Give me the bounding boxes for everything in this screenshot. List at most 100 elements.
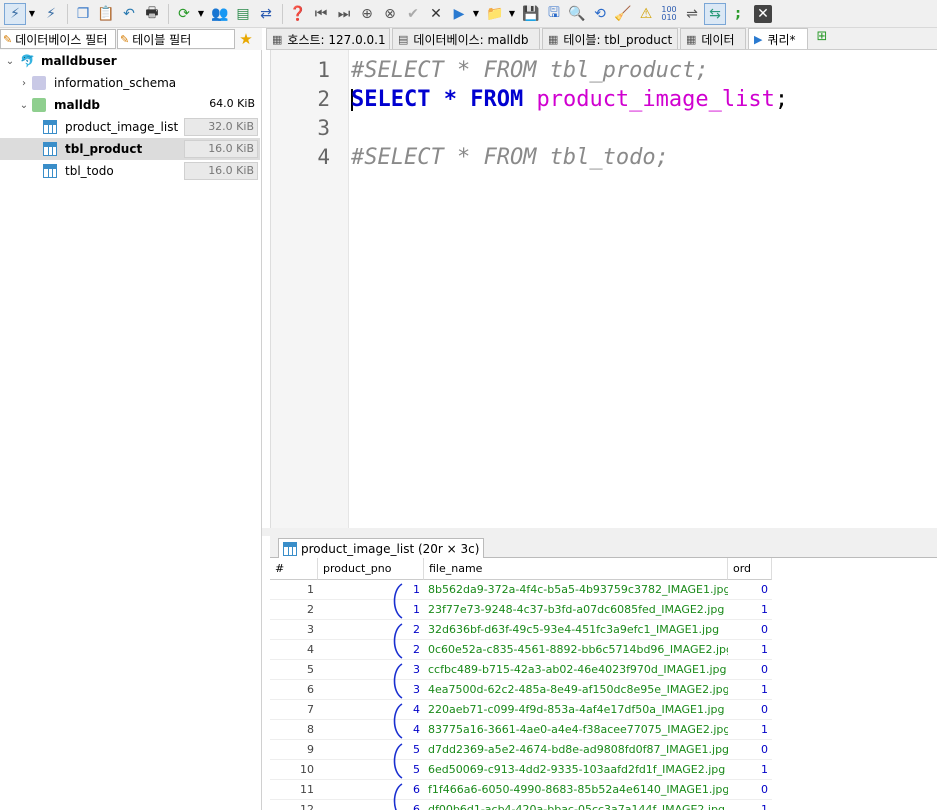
- format-icon[interactable]: 🧹: [612, 3, 634, 25]
- column-header[interactable]: #: [270, 558, 318, 580]
- file-name-cell[interactable]: f1f466a6-6050-4990-8683-85b52a4e6140_IMA…: [424, 780, 728, 800]
- row-number-cell[interactable]: 11: [270, 780, 318, 800]
- chevron-down-icon[interactable]: ⌄: [4, 56, 16, 67]
- file-name-cell[interactable]: 8b562da9-372a-4f4c-b5a5-4b93759c3782_IMA…: [424, 580, 728, 600]
- file-name-cell[interactable]: 83775a16-3661-4ae0-a4e4-f38acee77075_IMA…: [424, 720, 728, 740]
- file-name-cell[interactable]: 4ea7500d-62c2-485a-8e49-af150dc8e95e_IMA…: [424, 680, 728, 700]
- clear-icon[interactable]: ✕: [425, 3, 447, 25]
- ord-cell[interactable]: 0: [728, 740, 772, 760]
- row-number-cell[interactable]: 3: [270, 620, 318, 640]
- folder-icon[interactable]: 📁: [484, 3, 506, 25]
- table-row[interactable]: 11 6 f1f466a6-6050-4990-8683-85b52a4e6140_…: [270, 780, 772, 800]
- search-icon[interactable]: 🔍: [566, 3, 588, 25]
- warning-icon[interactable]: ⚠: [635, 3, 657, 25]
- binary-icon[interactable]: 100 010: [658, 3, 680, 25]
- first-icon[interactable]: ⏮: [310, 3, 332, 25]
- table-row[interactable]: 2 1 23f77e73-9248-4c37-b3fd-a07dc6085fed_I…: [270, 600, 772, 620]
- add-icon[interactable]: ⊕: [356, 3, 378, 25]
- tree-table-tbl-todo[interactable]: tbl_todo 16.0 KiB: [0, 160, 260, 182]
- row-number-cell[interactable]: 5: [270, 660, 318, 680]
- column-header[interactable]: product_pno: [318, 558, 464, 580]
- ord-cell[interactable]: 1: [728, 640, 772, 660]
- row-number-cell[interactable]: 1: [270, 580, 318, 600]
- copy-icon[interactable]: ❐: [72, 3, 94, 25]
- file-name-cell[interactable]: 23f77e73-9248-4c37-b3fd-a07dc6085fed_IMA…: [424, 600, 728, 620]
- table-row[interactable]: 9 5 d7dd2369-a5e2-4674-bd8e-ad9808fd0f87_I…: [270, 740, 772, 760]
- chevron-down-icon[interactable]: ⌄: [18, 100, 30, 111]
- close-icon[interactable]: ✕: [754, 4, 772, 23]
- save-as-icon[interactable]: 🖫: [543, 3, 565, 25]
- print-icon[interactable]: 🖶: [141, 3, 163, 25]
- table-row[interactable]: 4 2 0c60e52a-c835-4561-8892-bb6c5714bd96_I…: [270, 640, 772, 660]
- tree-table-product-image-list[interactable]: product_image_list 32.0 KiB: [0, 116, 260, 138]
- file-name-cell[interactable]: d7dd2369-a5e2-4674-bd8e-ad9808fd0f87_IMA…: [424, 740, 728, 760]
- table-row[interactable]: 5 3 ccfbc489-b715-42a3-ab02-46e4023f970d_I…: [270, 660, 772, 680]
- ord-cell[interactable]: 0: [728, 660, 772, 680]
- row-number-cell[interactable]: 12: [270, 800, 318, 810]
- ord-cell[interactable]: 1: [728, 720, 772, 740]
- table-row[interactable]: 8 4 83775a16-3661-4ae0-a4e4-f38acee77075_I…: [270, 720, 772, 740]
- ord-cell[interactable]: 0: [728, 780, 772, 800]
- apply-icon[interactable]: ✔: [402, 3, 424, 25]
- database-filter-input[interactable]: ✎ 데이터베이스 필터: [0, 29, 116, 49]
- row-number-cell[interactable]: 10: [270, 760, 318, 780]
- tab-database[interactable]: ▤ 데이터베이스: malldb: [392, 28, 540, 49]
- transfer-icon[interactable]: ⇄: [255, 3, 277, 25]
- row-number-cell[interactable]: 2: [270, 600, 318, 620]
- tree-database-malldb[interactable]: ⌄ malldb 64.0 KiB: [0, 94, 260, 116]
- paste-icon[interactable]: 📋: [95, 3, 117, 25]
- connect-dropdown-icon[interactable]: ▼: [27, 3, 37, 25]
- table-row[interactable]: 7 4 220aeb71-c099-4f9d-853a-4af4e17df50a_I…: [270, 700, 772, 720]
- tree-database-information-schema[interactable]: › information_schema: [0, 72, 260, 94]
- result-tab[interactable]: product_image_list (20r × 3c): [278, 538, 485, 558]
- tab-data[interactable]: ▦ 데이터: [680, 28, 746, 49]
- refresh-dropdown-icon[interactable]: ▼: [196, 3, 206, 25]
- table-row[interactable]: 10 5 6ed50069-c913-4dd2-9335-103aafd2fd1f_…: [270, 760, 772, 780]
- execute-icon[interactable]: ▶: [448, 3, 470, 25]
- table-filter-input[interactable]: ✎ 테이블 필터: [117, 29, 235, 49]
- ord-cell[interactable]: 1: [728, 760, 772, 780]
- export-icon[interactable]: ▤: [232, 3, 254, 25]
- tree-root-session[interactable]: ⌄ 🐬 malldbuser: [0, 50, 260, 72]
- row-number-cell[interactable]: 4: [270, 640, 318, 660]
- ord-cell[interactable]: 0: [728, 700, 772, 720]
- wrap-icon[interactable]: ⇌: [681, 3, 703, 25]
- undo-icon[interactable]: ↶: [118, 3, 140, 25]
- chevron-right-icon[interactable]: ›: [18, 78, 30, 89]
- semicolon-icon[interactable]: ;: [727, 3, 749, 25]
- ord-cell[interactable]: 0: [728, 580, 772, 600]
- find-replace-icon[interactable]: ⟲: [589, 3, 611, 25]
- row-number-cell[interactable]: 9: [270, 740, 318, 760]
- tab-host[interactable]: ▦ 호스트: 127.0.0.1: [266, 28, 390, 49]
- last-icon[interactable]: ⏭: [333, 3, 355, 25]
- table-row[interactable]: 1 1 8b562da9-372a-4f4c-b5a5-4b93759c3782_I…: [270, 580, 772, 600]
- tab-table[interactable]: ▦ 테이블: tbl_product: [542, 28, 678, 49]
- file-name-cell[interactable]: 220aeb71-c099-4f9d-853a-4af4e17df50a_IMA…: [424, 700, 728, 720]
- disconnect-icon[interactable]: ⚡: [40, 3, 62, 25]
- file-name-cell[interactable]: 32d636bf-d63f-49c5-93e4-451fc3a9efc1_IMA…: [424, 620, 728, 640]
- splitter[interactable]: [262, 528, 937, 536]
- user-manager-icon[interactable]: 👥: [209, 3, 231, 25]
- file-name-cell[interactable]: 6ed50069-c913-4dd2-9335-103aafd2fd1f_IMA…: [424, 760, 728, 780]
- execute-dropdown-icon[interactable]: ▼: [471, 3, 481, 25]
- file-name-cell[interactable]: ccfbc489-b715-42a3-ab02-46e4023f970d_IMA…: [424, 660, 728, 680]
- file-name-cell[interactable]: df00b6d1-acb4-420a-bbac-05cc3a7a144f_IMA…: [424, 800, 728, 810]
- ord-cell[interactable]: 1: [728, 680, 772, 700]
- table-row[interactable]: 6 3 4ea7500d-62c2-485a-8e49-af150dc8e95e_I…: [270, 680, 772, 700]
- help-icon[interactable]: ❓: [287, 3, 309, 25]
- new-query-tab-icon[interactable]: ⊞: [812, 29, 832, 49]
- sql-editor[interactable]: 1 2 3 4 #SELECT * FROM tbl_product; SELE…: [270, 50, 937, 528]
- folder-dropdown-icon[interactable]: ▼: [507, 3, 517, 25]
- cancel-icon[interactable]: ⊗: [379, 3, 401, 25]
- table-row[interactable]: 12 6 df00b6d1-acb4-420a-bbac-05cc3a7a144f_…: [270, 800, 772, 810]
- connect-icon[interactable]: ⚡: [4, 2, 26, 25]
- table-row[interactable]: 3 2 32d636bf-d63f-49c5-93e4-451fc3a9efc1_I…: [270, 620, 772, 640]
- ord-cell[interactable]: 0: [728, 620, 772, 640]
- tree-table-tbl-product[interactable]: tbl_product 16.0 KiB: [0, 138, 260, 160]
- file-name-cell[interactable]: 0c60e52a-c835-4561-8892-bb6c5714bd96_IMA…: [424, 640, 728, 660]
- favorites-star-icon[interactable]: ★: [235, 30, 257, 48]
- column-header[interactable]: file_name: [424, 558, 728, 580]
- save-icon[interactable]: 💾: [520, 3, 542, 25]
- row-number-cell[interactable]: 6: [270, 680, 318, 700]
- row-number-cell[interactable]: 8: [270, 720, 318, 740]
